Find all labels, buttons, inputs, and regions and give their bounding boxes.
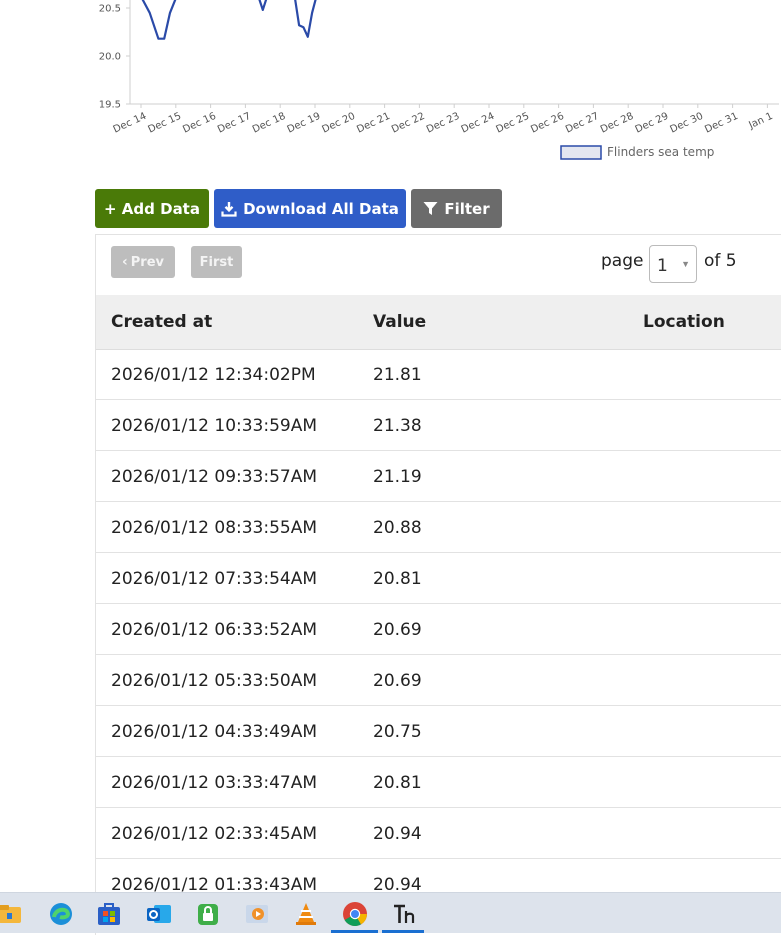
legend-label: Flinders sea temp <box>607 145 714 159</box>
x-tick-label: Dec 27 <box>564 111 601 136</box>
x-tick-label: Dec 19 <box>286 111 323 136</box>
table-body: 2026/01/12 12:34:02PM 21.81 2026/01/12 10… <box>96 349 781 910</box>
x-axis: Dec 14Dec 15Dec 16Dec 17Dec 18Dec 19Dec … <box>112 103 779 136</box>
table-row[interactable]: 2026/01/12 06:33:52AM 20.69 <box>96 604 781 655</box>
page-select[interactable]: 1 ▼ <box>649 245 697 283</box>
x-tick-label: Dec 26 <box>529 111 566 136</box>
cell-created-at: 2026/01/12 06:33:52AM <box>111 620 318 640</box>
cell-created-at: 2026/01/12 07:33:54AM <box>111 569 318 589</box>
cell-value: 21.19 <box>373 467 422 487</box>
cell-created-at: 2026/01/12 10:33:59AM <box>111 416 318 436</box>
x-tick-label: Dec 15 <box>146 111 183 136</box>
series-layer <box>141 0 317 40</box>
cell-created-at: 2026/01/12 09:33:57AM <box>111 467 318 487</box>
legend[interactable]: Flinders sea temp <box>560 145 714 160</box>
x-tick-label: Dec 25 <box>494 111 531 136</box>
file-explorer-icon[interactable] <box>0 901 24 927</box>
media-player-icon[interactable] <box>244 901 270 927</box>
x-tick-label: Dec 30 <box>668 111 705 136</box>
table-row[interactable]: 2026/01/12 05:33:50AM 20.69 <box>96 655 781 706</box>
cell-created-at: 2026/01/12 08:33:55AM <box>111 518 318 538</box>
outlook-icon[interactable] <box>146 901 172 927</box>
chevron-down-icon: ▼ <box>681 259 690 269</box>
x-tick-label: Dec 22 <box>390 111 427 136</box>
vlc-icon[interactable] <box>293 901 319 927</box>
y-tick-label: 19.5 <box>99 100 121 111</box>
table-row[interactable]: 2026/01/12 08:33:55AM 20.88 <box>96 502 781 553</box>
vpn-lock-icon[interactable] <box>195 901 221 927</box>
column-header-value[interactable]: Value <box>373 312 426 332</box>
series-line-flinders-sea-temp <box>141 0 317 40</box>
store-icon[interactable] <box>96 901 122 927</box>
first-label: First <box>199 254 234 270</box>
x-tick-label: Dec 20 <box>320 111 357 136</box>
cell-created-at: 2026/01/12 04:33:49AM <box>111 722 318 742</box>
download-all-data-button[interactable]: Download All Data <box>214 189 406 228</box>
y-tick-label: 20.5 <box>99 4 121 15</box>
x-tick-label: Dec 17 <box>216 111 253 136</box>
add-data-button[interactable]: + Add Data <box>95 189 209 228</box>
cell-value: 20.94 <box>373 824 422 844</box>
cell-value: 21.38 <box>373 416 422 436</box>
chrome-icon[interactable] <box>342 901 368 927</box>
column-header-location[interactable]: Location <box>643 312 725 332</box>
data-panel: ‹ Prev First page 1 ▼ of 5 Created at Va… <box>95 234 781 935</box>
prev-label: Prev <box>130 254 164 270</box>
cell-value: 20.81 <box>373 773 422 793</box>
table-header: Created at Value Location <box>96 295 781 350</box>
table-row[interactable]: 2026/01/12 02:33:45AM 20.94 <box>96 808 781 859</box>
add-data-label: + Add Data <box>104 199 200 218</box>
cell-value: 20.75 <box>373 722 422 742</box>
x-tick-label: Dec 16 <box>181 111 218 136</box>
table-row[interactable]: 2026/01/12 12:34:02PM 21.81 <box>96 349 781 400</box>
download-all-data-label: Download All Data <box>243 199 399 218</box>
edge-icon[interactable] <box>48 901 74 927</box>
x-tick-label: Dec 31 <box>703 111 740 136</box>
cell-created-at: 2026/01/12 02:33:45AM <box>111 824 318 844</box>
table-row[interactable]: 2026/01/12 10:33:59AM 21.38 <box>96 400 781 451</box>
table-row[interactable]: 2026/01/12 09:33:57AM 21.19 <box>96 451 781 502</box>
cell-value: 21.81 <box>373 365 422 385</box>
x-tick-label: Jan 1 <box>746 111 774 132</box>
column-header-created-at[interactable]: Created at <box>111 312 212 332</box>
page-count-label: of 5 <box>704 251 737 271</box>
filter-button[interactable]: Filter <box>411 189 502 228</box>
first-page-button[interactable]: First <box>191 246 242 278</box>
page-select-value: 1 <box>657 256 668 276</box>
typora-icon[interactable] <box>391 901 417 927</box>
cell-value: 20.69 <box>373 620 422 640</box>
table-row[interactable]: 2026/01/12 07:33:54AM 20.81 <box>96 553 781 604</box>
table-row[interactable]: 2026/01/12 03:33:47AM 20.81 <box>96 757 781 808</box>
x-tick-label: Dec 18 <box>251 111 288 136</box>
legend-swatch <box>560 145 602 160</box>
y-tick-label: 20.0 <box>99 52 121 63</box>
cell-created-at: 2026/01/12 05:33:50AM <box>111 671 318 691</box>
x-tick-label: Dec 29 <box>634 111 671 136</box>
temperature-chart: 20.520.019.5 Dec 14Dec 15Dec 16Dec 17Dec… <box>99 0 779 160</box>
y-axis: 20.5 20.0 19.5 <box>99 0 131 111</box>
cell-created-at: 2026/01/12 12:34:02PM <box>111 365 316 385</box>
x-tick-label: Dec 21 <box>355 111 392 136</box>
cell-created-at: 2026/01/12 03:33:47AM <box>111 773 318 793</box>
download-icon <box>221 201 237 217</box>
x-tick-label: Dec 14 <box>112 111 149 136</box>
prev-page-button[interactable]: ‹ Prev <box>111 246 175 278</box>
taskbar <box>0 892 781 933</box>
chevron-left-icon: ‹ <box>121 254 128 270</box>
cell-value: 20.81 <box>373 569 422 589</box>
cell-value: 20.88 <box>373 518 422 538</box>
filter-icon <box>423 202 438 215</box>
filter-label: Filter <box>444 199 490 218</box>
table-row[interactable]: 2026/01/12 04:33:49AM 20.75 <box>96 706 781 757</box>
cell-value: 20.69 <box>373 671 422 691</box>
x-tick-label: Dec 23 <box>425 111 462 136</box>
x-tick-label: Dec 24 <box>460 111 497 136</box>
page-label: page <box>601 251 644 271</box>
x-tick-label: Dec 28 <box>599 111 636 136</box>
